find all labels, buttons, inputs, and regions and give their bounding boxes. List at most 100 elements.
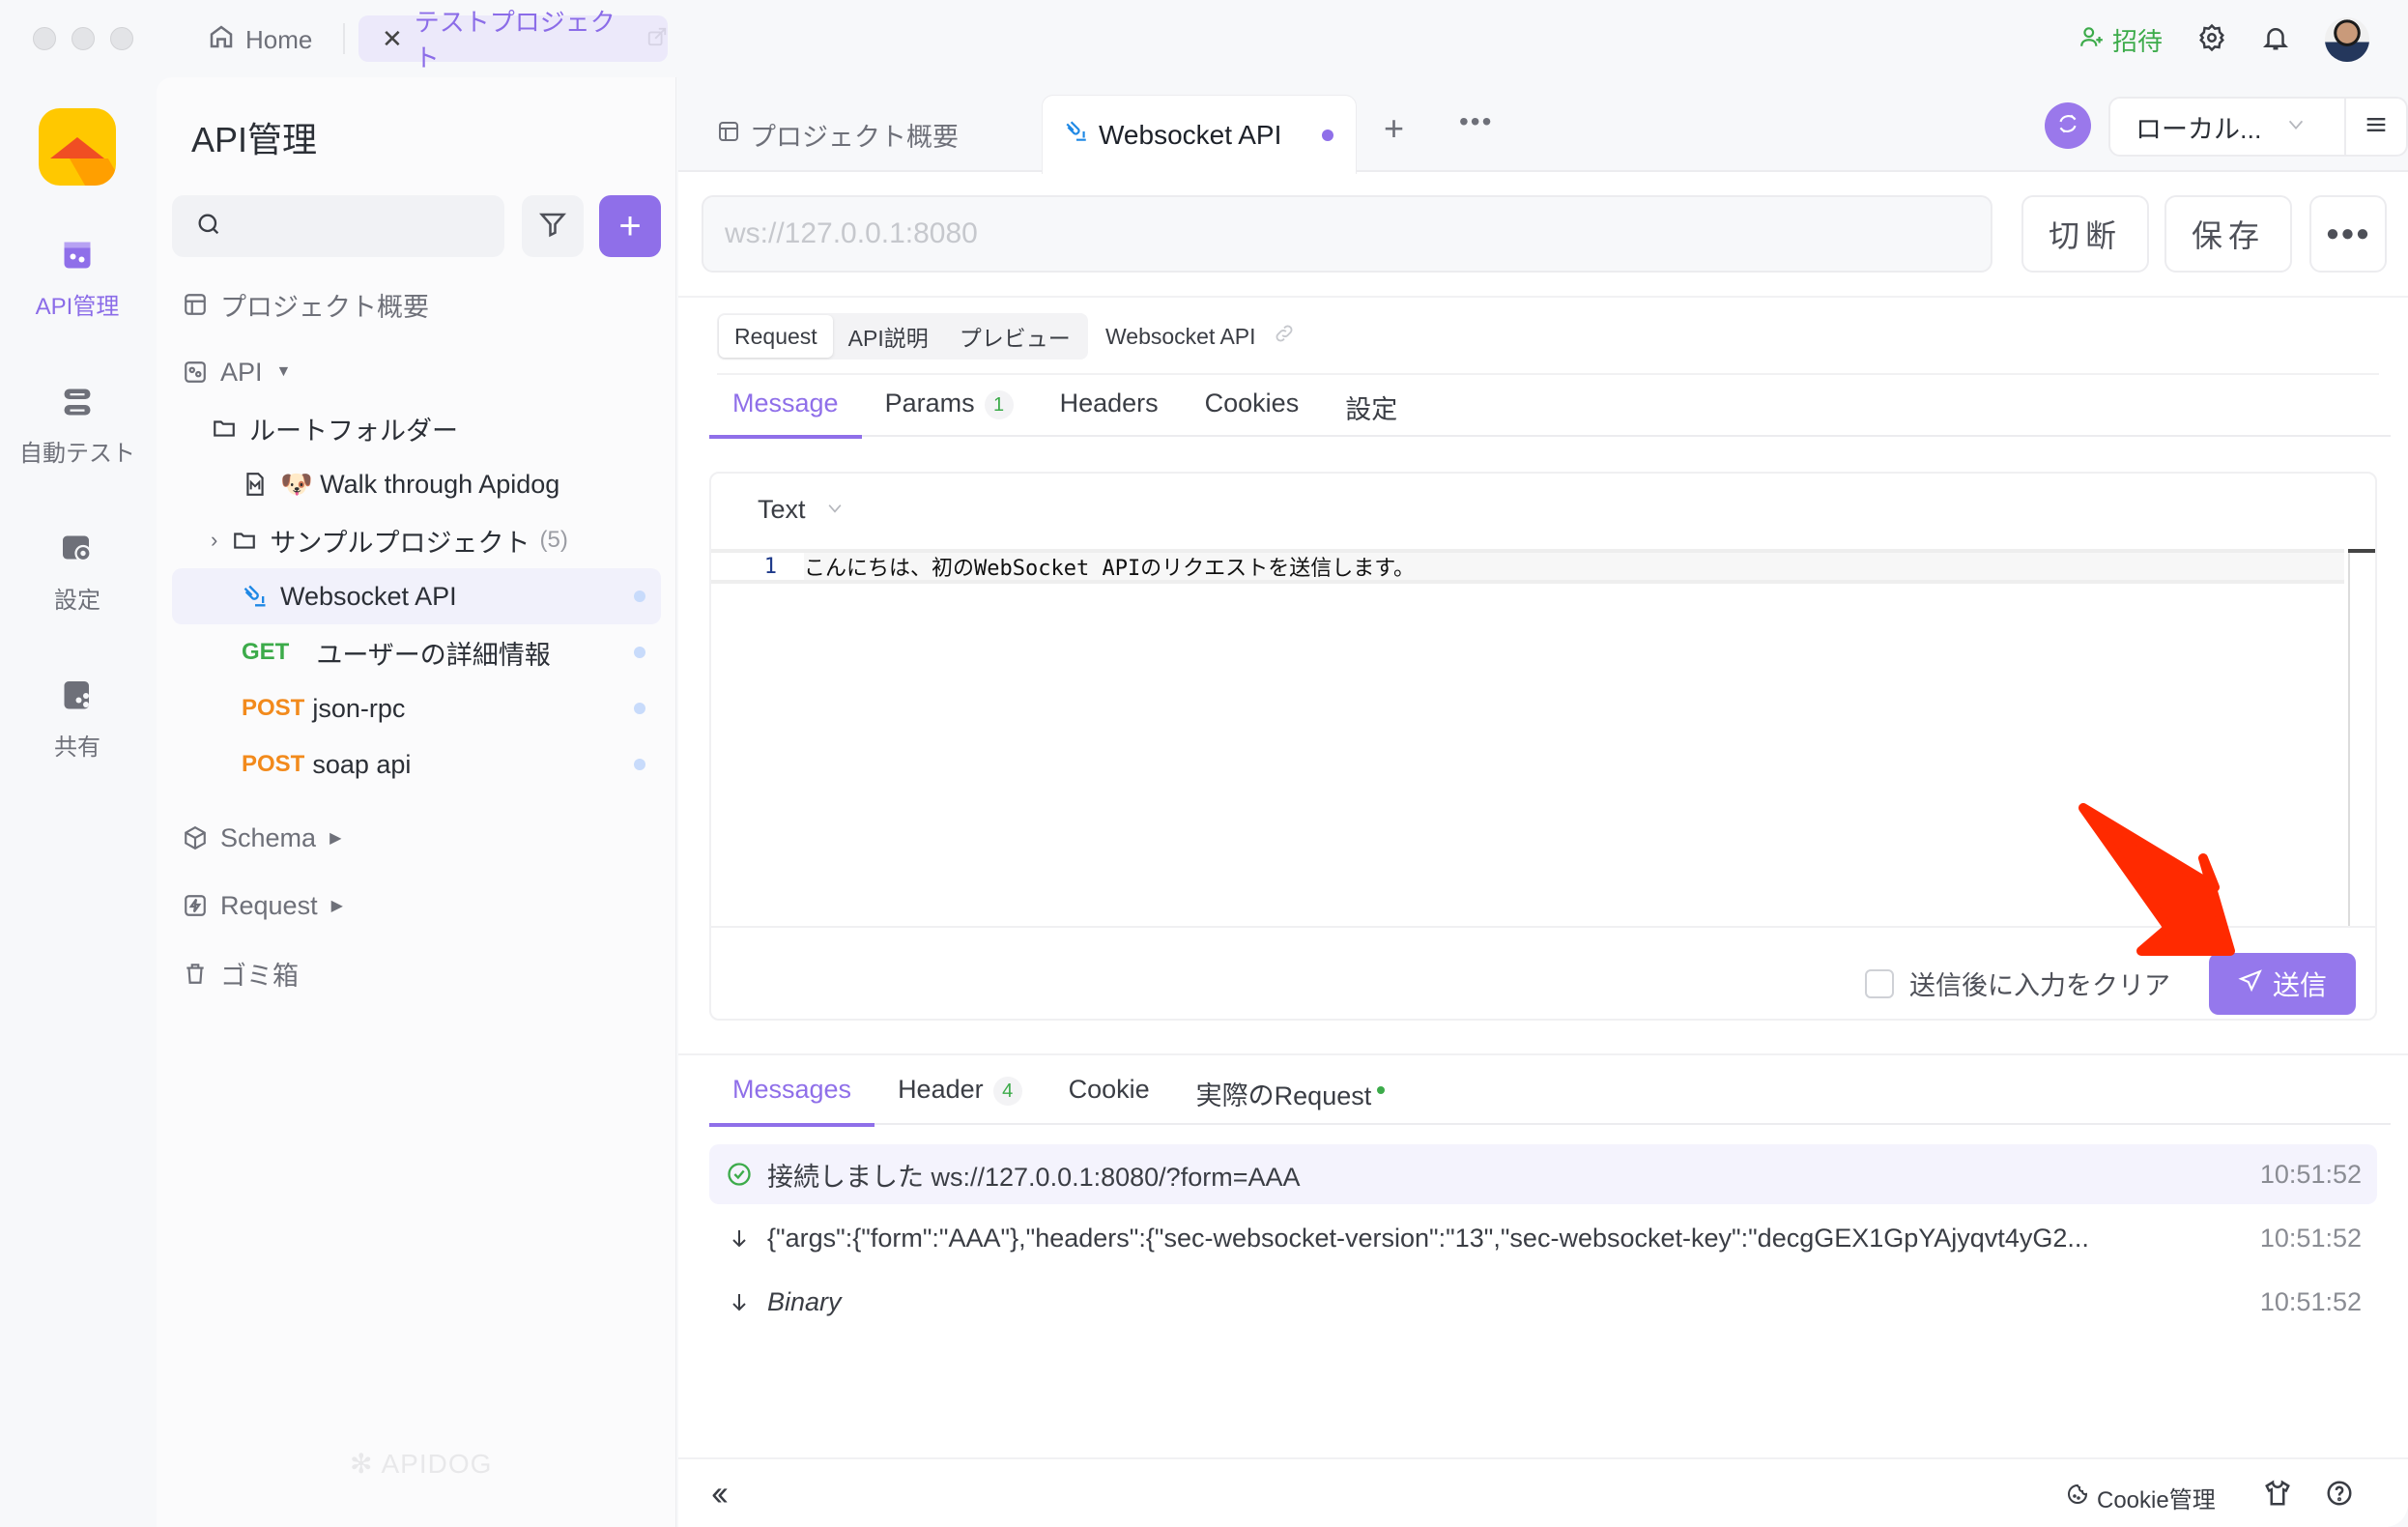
clear-after-send-checkbox[interactable] (1865, 968, 1894, 998)
chevron-right-icon[interactable]: › (211, 528, 217, 553)
checkbox-label: 送信後に入力をクリア (1909, 971, 2170, 1000)
more-button[interactable]: ●●● (2309, 195, 2387, 273)
link-icon[interactable] (1274, 323, 1295, 350)
tab-actual-request[interactable]: 実際のRequest (1173, 1071, 1409, 1125)
tab-more-button[interactable]: ••• (1459, 106, 1493, 137)
api-icon (182, 359, 209, 386)
code-line[interactable]: 1 こんにちは、初のWebSocket APIのリクエストを送信します。 (711, 549, 2344, 584)
minimize-window-button[interactable] (72, 27, 95, 50)
add-button[interactable]: + (599, 195, 661, 257)
divider (678, 296, 2408, 298)
theme-shirt-icon[interactable] (2263, 1479, 2292, 1513)
tree-item-endpoint[interactable]: GET ユーザーの詳細情報 (172, 624, 661, 680)
caret-down-icon[interactable]: ▼ (276, 363, 292, 381)
tab-cookies[interactable]: Cookies (1182, 389, 1323, 437)
message-text: 接続しました ws://127.0.0.1:8080/?form=AAA (767, 1162, 1301, 1192)
lightning-icon (182, 892, 209, 919)
tree-item-walkthrough[interactable]: 🐶 Walk through Apidog (172, 456, 661, 512)
open-external-icon[interactable] (646, 24, 668, 54)
message-row[interactable]: Binary 10:51:52 (709, 1272, 2377, 1332)
home-label: Home (245, 24, 313, 54)
tree-item-schema[interactable]: Schema ▶ (172, 804, 661, 872)
tab-headers[interactable]: Headers (1037, 389, 1182, 437)
markdown-doc-icon (242, 471, 269, 498)
close-icon[interactable]: ✕ (382, 24, 403, 54)
tree-item-label: サンプルプロジェクト (270, 528, 530, 558)
message-content[interactable]: こんにちは、初のWebSocket APIのリクエストを送信します。 (804, 553, 2344, 581)
rail-item-share[interactable]: 共有 (0, 678, 155, 762)
close-window-button[interactable] (33, 27, 56, 50)
sync-button[interactable] (2045, 102, 2091, 149)
environment-select[interactable]: ローカル... (2108, 97, 2346, 157)
tab-project-overview[interactable]: プロジェクト概要 (717, 116, 959, 154)
format-select[interactable]: Text (758, 495, 845, 525)
rail-item-label: 共有 (54, 735, 100, 761)
chevron-down-icon (825, 495, 845, 525)
search-input[interactable] (172, 195, 504, 257)
rail-item-settings[interactable]: 設定 (0, 532, 155, 615)
settings-icon (60, 532, 95, 573)
view-tab-api-doc[interactable]: API説明 (833, 315, 944, 358)
save-button[interactable]: 保存 (2164, 195, 2292, 273)
tab-websocket-api[interactable]: Websocket API (1042, 95, 1357, 174)
tab-header[interactable]: Header 4 (874, 1071, 1046, 1125)
tab-bar: プロジェクト概要 Websocket API + ••• ローカル... (678, 77, 2408, 174)
gear-icon[interactable] (2197, 23, 2226, 57)
home-tab[interactable]: Home (207, 19, 312, 60)
tab-params[interactable]: Params 1 (862, 389, 1037, 437)
editor-scrollbar[interactable] (2348, 549, 2375, 926)
help-icon[interactable] (2325, 1479, 2354, 1513)
invite-button[interactable]: 招待 (2079, 22, 2163, 58)
caret-right-icon[interactable]: ▶ (331, 896, 343, 915)
avatar[interactable] (2325, 17, 2369, 62)
message-row[interactable]: {"args":{"form":"AAA"},"headers":{"sec-w… (709, 1208, 2377, 1268)
tree-item-websocket[interactable]: Websocket API (172, 568, 661, 624)
cookie-manager-button[interactable]: Cookie管理 (2066, 1481, 2216, 1514)
tab-cookie[interactable]: Cookie (1046, 1071, 1173, 1125)
bell-icon[interactable] (2261, 23, 2290, 57)
divider (717, 373, 2379, 375)
rail-item-automation[interactable]: 自動テスト (0, 385, 155, 468)
invite-label: 招待 (2111, 26, 2163, 56)
environment-menu-button[interactable] (2344, 97, 2408, 157)
collapse-sidebar-icon[interactable]: ‹‹ (711, 1473, 729, 1513)
tab-label: 設定 (1345, 395, 1398, 424)
search-icon (195, 211, 222, 243)
cookie-manager-label: Cookie管理 (2097, 1487, 2216, 1513)
tree-item-label: Websocket API (280, 581, 457, 611)
tree-item-trash[interactable]: ゴミ箱 (172, 939, 661, 1007)
tree-item-sample-project[interactable]: › サンプルプロジェクト (5) (172, 512, 661, 568)
tree-item-root-folder[interactable]: ルートフォルダー (172, 400, 661, 456)
sidebar: API管理 + プロジェクト概要 API ▼ ルートフォルダー 🐶 Walk t… (157, 77, 676, 1527)
websocket-icon (242, 583, 269, 610)
tab-settings[interactable]: 設定 (1322, 389, 1420, 437)
view-tab-request[interactable]: Request (719, 315, 833, 358)
status-dot (634, 647, 645, 658)
rail-item-label: 自動テスト (19, 441, 135, 467)
tab-message[interactable]: Message (709, 389, 862, 439)
tree-item-api[interactable]: API ▼ (172, 344, 661, 400)
tab-messages[interactable]: Messages (709, 1071, 875, 1127)
new-tab-button[interactable]: + (1384, 108, 1404, 149)
rail-item-api[interactable]: API管理 (0, 238, 155, 321)
disconnect-button[interactable]: 切断 (2021, 195, 2149, 273)
watermark-text: APIDOG (381, 1448, 493, 1479)
tree-item-label: ゴミ箱 (220, 961, 299, 991)
project-tab[interactable]: ✕ テストプロジェクト (358, 8, 668, 72)
tree-item-endpoint[interactable]: POST json-rpc (172, 680, 661, 736)
message-row[interactable]: 接続しました ws://127.0.0.1:8080/?form=AAA 10:… (709, 1144, 2377, 1204)
url-input[interactable]: ws://127.0.0.1:8080 (702, 195, 1992, 273)
tab-label: Cookie (1068, 1075, 1150, 1104)
divider (678, 1053, 2408, 1055)
caret-right-icon[interactable]: ▶ (330, 828, 341, 848)
filter-button[interactable] (522, 195, 584, 257)
tab-label: Cookies (1204, 389, 1300, 418)
share-icon (60, 678, 95, 720)
tree-item-request[interactable]: Request ▶ (172, 872, 661, 939)
view-tab-preview[interactable]: プレビュー (944, 315, 1086, 358)
tree-item-overview[interactable]: プロジェクト概要 (172, 276, 661, 332)
tree-item-endpoint[interactable]: POST soap api (172, 736, 661, 792)
maximize-window-button[interactable] (110, 27, 133, 50)
main-panel: プロジェクト概要 Websocket API + ••• ローカル... ws:… (678, 77, 2408, 1527)
clear-after-send[interactable]: 送信後に入力をクリア (1865, 965, 2170, 1002)
